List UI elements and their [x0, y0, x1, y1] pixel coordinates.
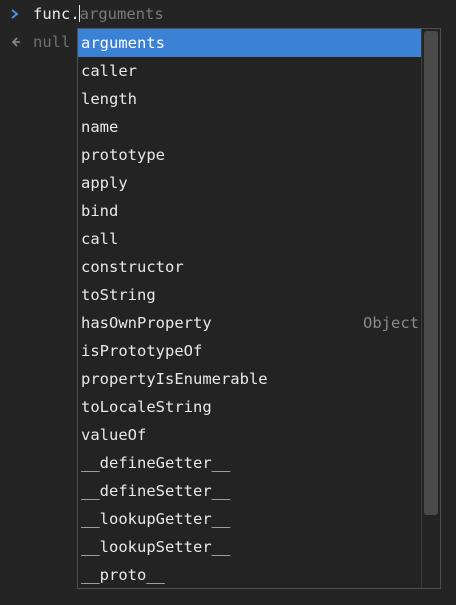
autocomplete-item[interactable]: name	[78, 113, 421, 141]
autocomplete-item-label: __lookupGetter__	[81, 510, 231, 528]
autocomplete-list: arguments caller length name prototype apply b…	[78, 29, 421, 588]
autocomplete-item-label: __defineGetter__	[81, 454, 231, 472]
autocomplete-item[interactable]: apply	[78, 169, 421, 197]
prompt-chevron-icon	[10, 0, 24, 28]
autocomplete-item-label: bind	[81, 202, 119, 220]
autocomplete-item-label: call	[81, 230, 119, 248]
ghost-completion: arguments	[79, 5, 164, 23]
autocomplete-item[interactable]: propertyIsEnumerable	[78, 365, 421, 393]
autocomplete-item[interactable]: arguments	[78, 29, 421, 57]
autocomplete-item[interactable]: __defineGetter__	[78, 449, 421, 477]
autocomplete-item-label: toLocaleString	[81, 398, 212, 416]
autocomplete-item[interactable]: __lookupGetter__	[78, 505, 421, 533]
autocomplete-item[interactable]: toLocaleString	[78, 393, 421, 421]
autocomplete-item-type-hint: Object	[363, 314, 419, 332]
autocomplete-item[interactable]: toString	[78, 281, 421, 309]
autocomplete-dropdown[interactable]: arguments caller length name prototype apply b…	[77, 28, 441, 589]
result-arrow-icon	[10, 28, 24, 56]
autocomplete-item-label: __defineSetter__	[81, 482, 231, 500]
autocomplete-item-label: valueOf	[81, 426, 147, 444]
autocomplete-item[interactable]: constructor	[78, 253, 421, 281]
autocomplete-item-label: hasOwnProperty	[81, 314, 212, 332]
typed-text: func.	[33, 5, 80, 23]
autocomplete-item-label: isPrototypeOf	[81, 342, 203, 360]
autocomplete-item-label: caller	[81, 62, 137, 80]
autocomplete-item[interactable]: caller	[78, 57, 421, 85]
autocomplete-item-label: __lookupSetter__	[81, 538, 231, 556]
autocomplete-item[interactable]: hasOwnProperty Object	[78, 309, 421, 337]
autocomplete-item-label: name	[81, 118, 119, 136]
autocomplete-item[interactable]: __defineSetter__	[78, 477, 421, 505]
autocomplete-item-label: __proto__	[81, 566, 165, 584]
autocomplete-item[interactable]: valueOf	[78, 421, 421, 449]
scrollbar-thumb[interactable]	[424, 31, 438, 515]
result-value: null	[33, 33, 71, 51]
autocomplete-item[interactable]: call	[78, 225, 421, 253]
autocomplete-scrollbar[interactable]	[421, 29, 440, 588]
autocomplete-item-label: arguments	[81, 34, 165, 52]
console-input-line[interactable]: func.arguments	[0, 0, 456, 28]
autocomplete-item[interactable]: isPrototypeOf	[78, 337, 421, 365]
autocomplete-item[interactable]: __proto__	[78, 561, 421, 588]
autocomplete-item-label: propertyIsEnumerable	[81, 370, 268, 388]
autocomplete-item[interactable]: bind	[78, 197, 421, 225]
autocomplete-item-label: prototype	[81, 146, 165, 164]
autocomplete-item-label: constructor	[81, 258, 184, 276]
autocomplete-item-label: toString	[81, 286, 156, 304]
autocomplete-item-label: apply	[81, 174, 128, 192]
autocomplete-item-label: length	[81, 90, 137, 108]
console-input[interactable]: func.arguments	[33, 0, 164, 28]
autocomplete-item[interactable]: __lookupSetter__	[78, 533, 421, 561]
autocomplete-item[interactable]: length	[78, 85, 421, 113]
autocomplete-item[interactable]: prototype	[78, 141, 421, 169]
